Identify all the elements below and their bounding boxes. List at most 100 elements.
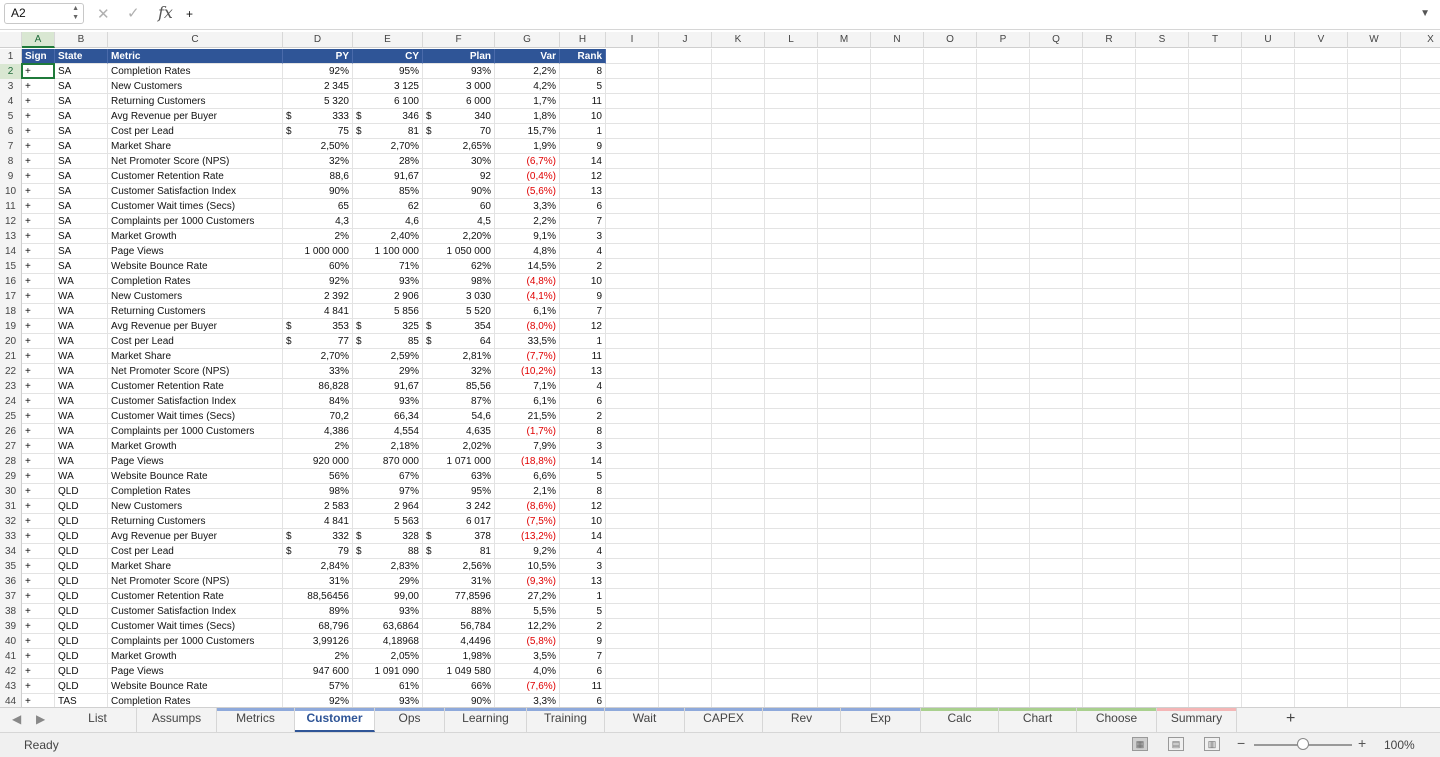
grid-cell[interactable] [1030,379,1083,394]
cell-state[interactable]: SA [55,94,108,109]
grid-cell[interactable] [977,454,1030,469]
grid-cell[interactable] [765,229,818,244]
grid-cell[interactable] [606,334,659,349]
grid-cell[interactable] [1083,529,1136,544]
grid-cell[interactable] [924,619,977,634]
grid-cell[interactable] [1242,634,1295,649]
grid-cell[interactable] [765,619,818,634]
grid-cell[interactable] [659,499,712,514]
cell-py[interactable]: 920 000 [283,454,353,469]
cell-sign[interactable]: + [22,304,55,319]
cell-state[interactable]: SA [55,109,108,124]
grid-cell[interactable] [1295,349,1348,364]
cell-sign[interactable]: + [22,154,55,169]
grid-cell[interactable] [1401,529,1440,544]
cell-plan[interactable]: 63% [423,469,495,484]
cell-sign[interactable]: + [22,109,55,124]
grid-cell[interactable] [606,229,659,244]
cell-sign[interactable]: + [22,469,55,484]
cell-py[interactable]: 2 345 [283,79,353,94]
row-header[interactable]: 18 [0,304,22,319]
cell-sign[interactable]: + [22,619,55,634]
grid-cell[interactable] [1136,154,1189,169]
grid-cell[interactable] [924,574,977,589]
cell-plan[interactable]: 2,65% [423,139,495,154]
cell-var[interactable]: (7,5%) [495,514,560,529]
grid-cell[interactable] [606,529,659,544]
cell-py[interactable]: $353 [283,319,353,334]
grid-cell[interactable] [1295,649,1348,664]
cell-rank[interactable]: 10 [560,274,606,289]
grid-cell[interactable] [765,649,818,664]
grid-cell[interactable] [1242,574,1295,589]
header-state[interactable]: State [55,49,108,64]
grid-cell[interactable] [1083,49,1136,64]
grid-cell[interactable] [659,169,712,184]
grid-cell[interactable] [1030,274,1083,289]
grid-cell[interactable] [871,79,924,94]
grid-cell[interactable] [1189,124,1242,139]
cell-plan[interactable]: 90% [423,694,495,707]
grid-cell[interactable] [924,634,977,649]
grid-cell[interactable] [765,604,818,619]
grid-cell[interactable] [765,184,818,199]
grid-cell[interactable] [871,694,924,707]
row-header[interactable]: 36 [0,574,22,589]
grid-cell[interactable] [659,544,712,559]
cell-state[interactable]: QLD [55,604,108,619]
grid-cell[interactable] [1136,259,1189,274]
cell-cy[interactable]: 5 563 [353,514,423,529]
grid-cell[interactable] [606,364,659,379]
cell-metric[interactable]: Returning Customers [108,304,283,319]
column-header-w[interactable]: W [1348,32,1401,48]
grid-cell[interactable] [924,439,977,454]
grid-cell[interactable] [606,319,659,334]
grid-cell[interactable] [1242,109,1295,124]
cell-rank[interactable]: 14 [560,529,606,544]
cell-py[interactable]: 5 320 [283,94,353,109]
cell-var[interactable]: 6,6% [495,469,560,484]
grid-cell[interactable] [712,649,765,664]
grid-cell[interactable] [818,319,871,334]
grid-cell[interactable] [1242,199,1295,214]
cell-cy[interactable]: $328 [353,529,423,544]
cell-metric[interactable]: Completion Rates [108,484,283,499]
cell-sign[interactable]: + [22,334,55,349]
grid-cell[interactable] [1242,334,1295,349]
grid-cell[interactable] [1401,214,1440,229]
grid-cell[interactable] [871,319,924,334]
grid-cell[interactable] [1348,184,1401,199]
cell-sign[interactable]: + [22,409,55,424]
cell-var[interactable]: 4,8% [495,244,560,259]
cell-sign[interactable]: + [22,529,55,544]
cell-state[interactable]: WA [55,409,108,424]
grid-cell[interactable] [924,214,977,229]
column-header-v[interactable]: V [1295,32,1348,48]
grid-cell[interactable] [1348,364,1401,379]
grid-cell[interactable] [606,49,659,64]
grid-cell[interactable] [1136,214,1189,229]
grid-cell[interactable] [1401,109,1440,124]
cell-state[interactable]: WA [55,334,108,349]
cell-py[interactable]: 2% [283,439,353,454]
grid-cell[interactable] [765,214,818,229]
grid-cell[interactable] [1242,484,1295,499]
grid-cell[interactable] [659,349,712,364]
grid-cell[interactable] [871,184,924,199]
grid-cell[interactable] [1083,154,1136,169]
grid-cell[interactable] [871,544,924,559]
grid-cell[interactable] [1401,199,1440,214]
cell-rank[interactable]: 8 [560,424,606,439]
cell-state[interactable]: QLD [55,544,108,559]
cell-state[interactable]: SA [55,124,108,139]
cell-rank[interactable]: 12 [560,169,606,184]
cell-sign[interactable]: + [22,679,55,694]
grid-cell[interactable] [1030,604,1083,619]
cell-py[interactable]: 3,99126 [283,634,353,649]
grid-cell[interactable] [1030,484,1083,499]
cell-metric[interactable]: Avg Revenue per Buyer [108,109,283,124]
grid-cell[interactable] [1242,589,1295,604]
grid-cell[interactable] [712,334,765,349]
grid-cell[interactable] [712,604,765,619]
cell-var[interactable]: 7,9% [495,439,560,454]
